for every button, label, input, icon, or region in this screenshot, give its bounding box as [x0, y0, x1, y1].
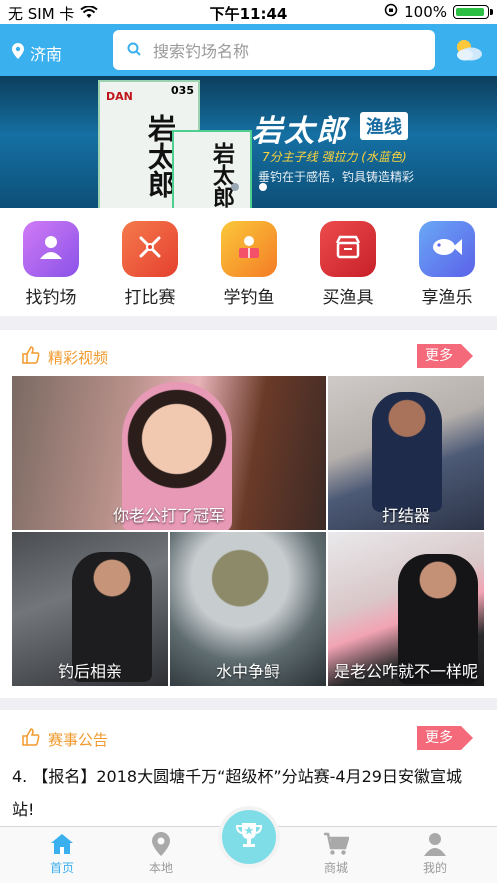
battery-icon — [453, 5, 493, 19]
tab-local-label: 本地 — [148, 861, 173, 875]
tab-home-label: 首页 — [49, 861, 74, 875]
person-icon — [37, 233, 65, 265]
product-package-front: 岩太郎 — [172, 130, 252, 208]
category-icon-bg — [122, 221, 178, 277]
category-label: 找钓场 — [25, 288, 77, 308]
video-thumb-4-caption: 水中争鲟 — [215, 662, 280, 681]
category-icon-bg — [320, 221, 376, 277]
category-icon-bg — [23, 221, 79, 277]
videos-more-button[interactable]: 更多 — [417, 344, 473, 368]
package-name-small: 岩太郎 — [209, 142, 235, 208]
trophy-icon — [234, 820, 264, 854]
weather-icon[interactable] — [453, 38, 483, 66]
category-compete[interactable]: 打比赛 — [105, 221, 195, 308]
video-thumb-1[interactable]: 你老公打了冠军 — [12, 376, 326, 530]
package-size-label: 035 — [171, 84, 194, 97]
video-thumb-5[interactable]: 是老公咋就不一样呢 — [328, 532, 484, 686]
video-thumb-2[interactable]: 打结器 — [328, 376, 484, 530]
search-input[interactable]: 搜索钓场名称 — [113, 30, 435, 70]
banner-pagination — [0, 183, 497, 191]
thumbs-up-icon — [22, 728, 40, 750]
video-thumb-2-caption: 打结器 — [381, 506, 430, 525]
city-label: 济南 — [30, 45, 63, 64]
category-icon-bg — [419, 221, 475, 277]
search-icon — [127, 41, 141, 60]
video-thumb-2-figure — [372, 392, 442, 512]
banner-dot-2[interactable] — [258, 183, 267, 191]
crossed-rods-icon — [136, 233, 164, 265]
category-find-spot[interactable]: 找钓场 — [6, 221, 96, 308]
cart-icon — [323, 832, 350, 859]
category-label: 学钓鱼 — [223, 288, 275, 308]
notice-more-button[interactable]: 更多 — [417, 726, 473, 750]
video-thumb-5-caption: 是老公咋就不一样呢 — [333, 662, 478, 681]
promo-banner[interactable]: 035 DAN 岩太郎 岩太郎 岩太郎 渔线 7分主子线 强拉力 (水蓝色) 垂… — [0, 76, 497, 208]
tab-mine-label: 我的 — [422, 861, 447, 875]
category-enjoy[interactable]: 享渔乐 — [402, 221, 492, 308]
video-thumb-3-caption: 钓后相亲 — [57, 662, 122, 681]
banner-brand-title: 岩太郎 — [252, 114, 348, 149]
category-label: 享渔乐 — [421, 288, 473, 308]
user-icon — [424, 832, 446, 859]
banner-dot-1[interactable] — [230, 183, 239, 191]
videos-section-title: 精彩视频 — [48, 348, 109, 367]
category-shop[interactable]: 买渔具 — [303, 221, 393, 308]
city-selector[interactable]: 济南 — [12, 41, 62, 65]
shop-icon — [334, 234, 362, 264]
battery-percent: 100% — [404, 3, 447, 21]
category-label: 买渔具 — [322, 288, 374, 308]
thumbs-up-icon — [22, 346, 40, 368]
package-brand-label: DAN — [106, 90, 133, 103]
status-bar: 无 SIM 卡 下午11:44 100% — [0, 0, 497, 24]
location-pin-icon — [152, 831, 170, 859]
orientation-lock-icon — [384, 3, 398, 21]
home-icon — [50, 833, 74, 858]
tab-mall[interactable]: 商城 — [296, 831, 376, 876]
category-label: 打比赛 — [124, 288, 176, 308]
notice-section-header: 赛事公告 — [22, 728, 108, 750]
notice-section-title: 赛事公告 — [48, 730, 109, 749]
tab-local[interactable]: 本地 — [121, 831, 201, 876]
top-bar: 济南 搜索钓场名称 — [0, 24, 497, 76]
banner-brand-tag: 渔线 — [360, 112, 408, 140]
banner-slogan: 7分主子线 强拉力 (水蓝色) — [262, 150, 407, 164]
learn-icon — [234, 233, 264, 265]
tab-mall-label: 商城 — [323, 861, 348, 875]
category-learn[interactable]: 学钓鱼 — [204, 221, 294, 308]
video-thumb-4[interactable]: 水中争鲟 — [170, 532, 326, 686]
tab-home[interactable]: 首页 — [22, 831, 102, 876]
category-icon-bg — [221, 221, 277, 277]
tab-mine[interactable]: 我的 — [395, 831, 475, 876]
video-thumb-3[interactable]: 钓后相亲 — [12, 532, 168, 686]
videos-section: 精彩视频 更多 你老公打了冠军 打结器 钓后相亲 水中争鲟 是老公咋就不一样呢 — [0, 330, 497, 698]
location-pin-icon — [12, 43, 24, 63]
search-placeholder: 搜索钓场名称 — [153, 42, 250, 61]
fish-icon — [431, 236, 463, 262]
video-thumb-1-caption: 你老公打了冠军 — [112, 506, 225, 525]
category-row: 找钓场 打比赛 学钓鱼 买渔具 享渔乐 — [0, 208, 497, 316]
center-trophy-button[interactable] — [218, 806, 280, 868]
videos-section-header: 精彩视频 — [22, 346, 108, 368]
